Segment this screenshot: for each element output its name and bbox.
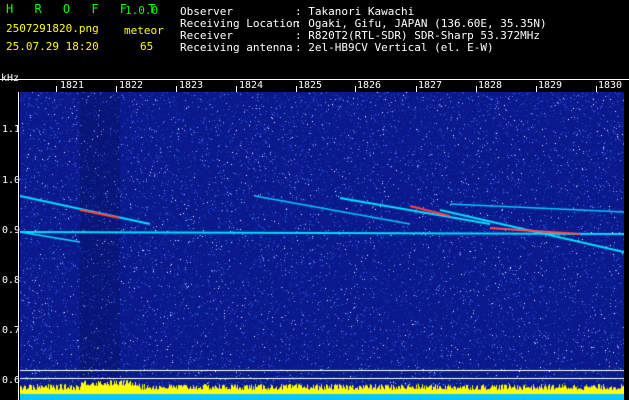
x-tick-label-1827: 1827 (418, 80, 443, 91)
file-name: 2507291820.png (6, 22, 99, 35)
meteor-count: 65 (140, 40, 154, 53)
x-tick-label-1822: 1822 (119, 80, 144, 91)
meteor-label: meteor (124, 24, 164, 37)
info-antenna-value: : 2el-HB9CV Vertical (el. E-W) (295, 41, 494, 54)
x-tick-label-1828: 1828 (478, 80, 503, 91)
x-tick-label-1825: 1825 (298, 80, 323, 91)
x-tick-label-1823: 1823 (179, 80, 204, 91)
x-tick-label-1830: 1830 (598, 80, 623, 91)
info-antenna-label: Receiving antenna (180, 41, 293, 54)
x-tick-label-1821: 1821 (60, 80, 85, 91)
x-tick-label-1824: 1824 (239, 80, 264, 91)
top-axis-line (0, 79, 629, 80)
app-version: 1.0.0 (125, 4, 159, 17)
spectrogram-waterfall (20, 92, 624, 400)
x-tick-label-1826: 1826 (357, 80, 382, 91)
left-axis-line (18, 92, 19, 400)
capture-datetime: 25.07.29 18:20 (6, 40, 99, 53)
x-tick-label-1829: 1829 (538, 80, 563, 91)
